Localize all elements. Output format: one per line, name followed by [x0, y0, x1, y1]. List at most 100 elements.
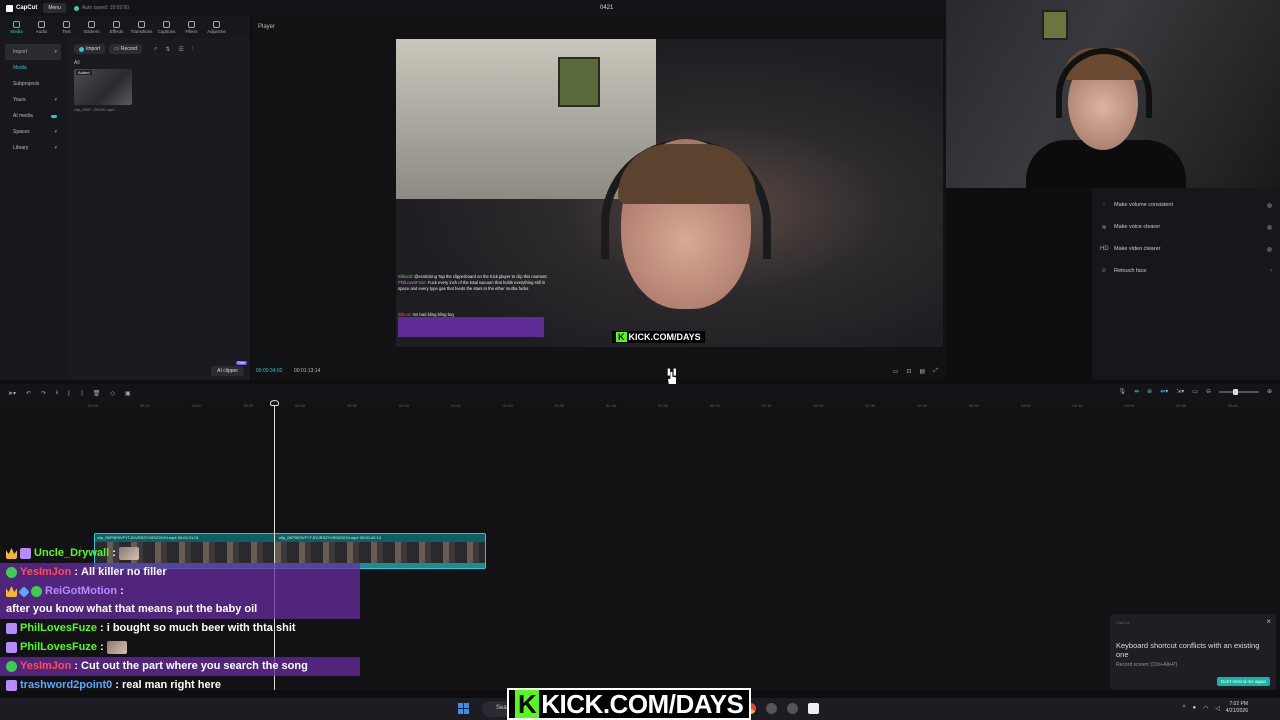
- enhance-item[interactable]: ⫶ Make volume consistent: [1100, 194, 1272, 216]
- sort-icon[interactable]: ⇅: [165, 46, 170, 53]
- volume-icon[interactable]: ◁: [1215, 705, 1220, 712]
- ruler-tick-label: 02:00: [709, 403, 720, 408]
- video-chat-user: Iltikoor: [398, 312, 411, 317]
- toggle-icon[interactable]: [1267, 246, 1272, 252]
- magnet-icon[interactable]: ⊕: [1147, 388, 1152, 395]
- toggle-icon[interactable]: [1267, 202, 1272, 208]
- playhead-handle[interactable]: [270, 400, 279, 406]
- link-icon[interactable]: ⇹: [1134, 388, 1139, 395]
- filter-all[interactable]: All: [74, 60, 242, 66]
- trim-left-icon[interactable]: ⌈: [68, 390, 70, 397]
- obs-icon[interactable]: [766, 703, 777, 714]
- nav-item-library[interactable]: Library ▾: [5, 140, 61, 156]
- stream-chat-overlay: Uncle_Drywall: YesImJon: All killer no fil…: [0, 544, 360, 695]
- crop-icon[interactable]: ▣: [125, 390, 131, 397]
- enhance-item-left: HD Make video clearer: [1100, 246, 1160, 252]
- enhance-item[interactable]: ☺ Retouch face ›: [1100, 260, 1272, 282]
- ruler-tick-label: 01:20: [502, 403, 513, 408]
- nav-item-import[interactable]: Import ▾: [5, 44, 61, 60]
- screenshot-icon[interactable]: ⊡: [906, 368, 911, 375]
- ratio-icon[interactable]: ▭: [893, 368, 899, 375]
- windows-start-icon[interactable]: [458, 703, 469, 714]
- sub-badge-icon: [6, 623, 17, 634]
- clock-date: 4/21/2026: [1225, 708, 1248, 714]
- record-button[interactable]: ▭ Record: [109, 44, 143, 54]
- chat-username: PhilLovesFuze: [20, 622, 98, 634]
- dont-remind-button[interactable]: Don't remind me again: [1216, 677, 1270, 686]
- zoom-slider[interactable]: [1218, 388, 1259, 395]
- nav-item-yours[interactable]: Yours ▾: [5, 92, 61, 108]
- clock[interactable]: 7:02 PM 4/21/2026: [1226, 701, 1248, 715]
- mic-tray-icon[interactable]: ●: [1193, 705, 1197, 712]
- search-icon[interactable]: ⌕: [154, 46, 157, 53]
- enhance-panel: ⫶ Make volume consistent ≋ Make voice clear…: [1092, 188, 1280, 380]
- split-icon[interactable]: ⫲: [56, 390, 58, 397]
- chevron-down-icon: ▾: [54, 97, 57, 103]
- marker-icon[interactable]: ◇: [110, 390, 115, 397]
- tool-audio[interactable]: Audio: [29, 16, 54, 38]
- timeline-ruler[interactable]: 00:00 00:10 00:20 00:30 00:40 00:50 01:00 01:10…: [0, 402, 1280, 412]
- fullscreen-icon[interactable]: ⤢: [933, 368, 938, 375]
- preview-axis-icon[interactable]: ⇲▾: [1176, 388, 1184, 395]
- chat-separator: :: [115, 679, 119, 691]
- tool-effects[interactable]: Effects: [104, 16, 129, 38]
- ai-clipper-label: AI clipper: [217, 368, 238, 374]
- quality-icon[interactable]: ▤: [920, 368, 926, 375]
- tool-transitions[interactable]: Transitions: [129, 16, 154, 38]
- mic-icon[interactable]: 🎙: [1118, 388, 1126, 395]
- snap-icon[interactable]: ⇹▾: [1160, 388, 1168, 395]
- zoom-slider-handle[interactable]: [1232, 388, 1238, 395]
- clip-duration: 00:00:42:13: [359, 535, 381, 540]
- trim-right-icon[interactable]: ⌉: [80, 390, 82, 397]
- toggle-icon[interactable]: [1267, 224, 1272, 230]
- delete-icon[interactable]: 🗑: [93, 390, 101, 397]
- redo-icon[interactable]: ↷: [41, 390, 46, 397]
- video-preview[interactable]: Bifkoob: @ecsticking Tap the clipperboar…: [396, 39, 943, 347]
- menu-button[interactable]: Menu: [43, 3, 66, 13]
- chat-separator: :: [74, 660, 79, 672]
- tool-stickers[interactable]: Stickers: [79, 16, 104, 38]
- caption-icon[interactable]: ▭: [1192, 388, 1198, 395]
- wifi-icon[interactable]: ◠: [1203, 705, 1208, 712]
- chat-message: PhilLovesFuze: i bought so much beer with…: [0, 619, 360, 638]
- tool-filters[interactable]: Filters: [179, 16, 204, 38]
- zoom-out-icon[interactable]: ⊖: [1206, 388, 1211, 395]
- main-toolbar: Media Audio Text Stickers Effects Transitions…: [0, 16, 250, 38]
- autosave-icon: [73, 5, 79, 11]
- chat-separator: :: [100, 641, 104, 653]
- close-icon[interactable]: ×: [1266, 617, 1271, 626]
- project-title[interactable]: 0421: [600, 5, 613, 11]
- filter-icon[interactable]: ⫶: [192, 46, 194, 53]
- ai-clipper-button[interactable]: AI clipper Free: [211, 361, 247, 376]
- chat-text: after you know what that means put the b…: [6, 603, 258, 615]
- chat-message: PhilLovesFuze:: [0, 638, 360, 657]
- tool-adjustme[interactable]: Adjustme: [204, 16, 229, 38]
- tool-text[interactable]: Text: [54, 16, 79, 38]
- stickers-icon: [88, 20, 95, 28]
- app-icon[interactable]: [787, 703, 798, 714]
- tool-captions[interactable]: Captions: [154, 16, 179, 38]
- ruler-tick-label: 02:30: [865, 403, 876, 408]
- crown-badge-icon: [6, 586, 17, 597]
- enhance-item[interactable]: HD Make video clearer: [1100, 238, 1272, 260]
- view-icon[interactable]: ☰: [178, 46, 183, 53]
- chat-username: ReiGotMotion: [45, 585, 118, 597]
- chevron-up-icon[interactable]: ^: [1183, 705, 1186, 712]
- nav-item-spaces[interactable]: Spaces ▾: [5, 124, 61, 140]
- nav-item-media[interactable]: Media: [5, 60, 61, 76]
- select-tool-icon[interactable]: ➤▾: [8, 390, 16, 397]
- nav-item-subprojects[interactable]: Subprojects: [5, 76, 61, 92]
- tool-media[interactable]: Media: [4, 16, 29, 38]
- media-clip-thumbnail[interactable]: Added: [74, 69, 132, 105]
- adjustment-icon: [213, 20, 220, 28]
- undo-icon[interactable]: ↶: [26, 390, 31, 397]
- chevron-down-icon: ▾: [54, 129, 57, 135]
- enhance-item-left: ⫶ Make volume consistent: [1100, 202, 1173, 209]
- zoom-in-icon[interactable]: ⊕: [1267, 388, 1272, 395]
- nav-item-ai-media[interactable]: AI media: [5, 108, 61, 124]
- capcut-taskbar-icon[interactable]: [808, 703, 819, 714]
- enhance-item[interactable]: ≋ Make voice clearer: [1100, 216, 1272, 238]
- video-chat-highlight: [398, 317, 544, 337]
- chevron-right-icon[interactable]: ›: [1270, 268, 1272, 274]
- import-button[interactable]: Import: [74, 44, 106, 54]
